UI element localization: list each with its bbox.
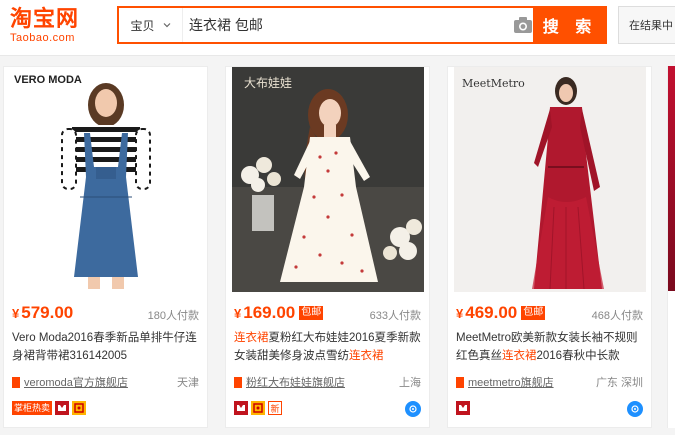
shop-name[interactable]: 粉红大布娃娃旗舰店 [246,374,345,390]
search-box: 宝贝 搜 索 [117,6,607,44]
header: 淘宝网 Taobao.com 宝贝 搜 索 在结果中 [0,0,675,56]
price-value: 579.00 [21,303,74,322]
price-value: 469.00 [465,303,518,322]
hot-seller-badge[interactable]: 掌柜热卖 [12,401,53,415]
price-currency: ¥ [456,305,464,321]
shop-icon [456,376,464,388]
product-card[interactable]: 大布娃娃 ¥ 169.00 包邮 633人付款 连衣裙夏粉红大布娃娃2016夏季… [225,66,430,428]
product-brand-label: 大布娃娃 [244,76,292,90]
badge-row: 掌柜热卖 [12,401,87,415]
tmall-icon[interactable] [234,401,248,415]
product-brand-label: MeetMetro [462,77,525,90]
price-currency: ¥ [234,305,242,321]
product-image[interactable]: 大布娃娃 [232,67,424,292]
title-keyword-highlight: 连衣裙 [349,350,384,362]
gold-seller-icon[interactable] [251,401,265,415]
chevron-down-icon [163,23,170,28]
product-title-text: 2016春秋中长款 [536,350,620,362]
product-title[interactable]: 连衣裙夏粉红大布娃娃2016夏季新款女装甜美修身波点雪纺连衣裙 [234,329,422,367]
shop-icon [12,376,20,388]
taobao-logo[interactable]: 淘宝网 Taobao.com [10,6,110,50]
taobao-search-page: 淘宝网 Taobao.com 宝贝 搜 索 在结果中 [0,0,675,435]
sales-count: 180人付款 [147,310,199,322]
title-keyword-highlight: 连衣裙 [502,350,537,362]
product-card[interactable]: VERO MODA ¥ 579.00 180人付款 Vero Moda2016春… [3,66,208,428]
sales-count: 633人付款 [369,310,421,322]
product-price: ¥ 169.00 包邮 [234,303,324,323]
product-image[interactable]: MeetMetro [454,67,646,292]
tmall-icon[interactable] [55,401,70,415]
title-keyword-highlight: 连衣裙 [234,332,269,344]
shop-icon [234,376,242,388]
product-card[interactable]: MeetMetro ¥ 469.00 包邮 468人付款 MeetMetro欧美… [447,66,652,428]
shop-link[interactable]: 粉红大布娃娃旗舰店 [234,374,345,390]
sales-count: 468人付款 [591,310,643,322]
search-button[interactable]: 搜 索 [533,6,607,44]
camera-icon[interactable] [513,16,533,34]
badge-row: 新 [234,401,282,415]
product-card-partial[interactable] [667,66,675,428]
shop-name[interactable]: meetmetro旗舰店 [468,374,554,390]
product-price: ¥ 579.00 [12,303,73,323]
shop-name[interactable]: veromoda官方旗舰店 [24,374,128,390]
wangwang-icon[interactable] [627,401,643,417]
product-title-text: Vero Moda2016春季新品单排牛仔连身裙背带裙316142005 [12,332,197,362]
wangwang-icon[interactable] [405,401,421,417]
shop-location: 广东 深圳 [595,377,643,389]
product-price: ¥ 469.00 包邮 [456,303,546,323]
free-shipping-tag: 包邮 [521,306,546,320]
shop-location: 天津 [177,377,199,389]
shop-location: 上海 [399,377,421,389]
logo-text-en: Taobao.com [10,32,75,44]
price-currency: ¥ [12,305,20,321]
free-shipping-tag: 包邮 [299,306,324,320]
shop-link[interactable]: meetmetro旗舰店 [456,374,554,390]
shop-link[interactable]: veromoda官方旗舰店 [12,374,128,390]
price-value: 169.00 [243,303,296,322]
search-scope-dropdown[interactable]: 宝贝 [119,8,183,42]
badge-row [456,401,470,415]
new-product-badge[interactable]: 新 [268,401,282,415]
product-title[interactable]: MeetMetro欧美新款女装长袖不规则红色真丝连衣裙2016春秋中长款 [456,329,644,367]
product-image[interactable] [668,66,675,291]
logo-text-cn: 淘宝网 [10,6,80,32]
product-brand-label: VERO MODA [14,74,82,86]
product-image[interactable]: VERO MODA [10,67,202,292]
search-input[interactable] [189,8,529,42]
gold-seller-icon[interactable] [72,401,87,415]
tmall-icon[interactable] [456,401,470,415]
search-within-results-button[interactable]: 在结果中 [618,6,675,44]
search-scope-label: 宝贝 [130,18,155,33]
product-title[interactable]: Vero Moda2016春季新品单排牛仔连身裙背带裙316142005 [12,329,200,367]
